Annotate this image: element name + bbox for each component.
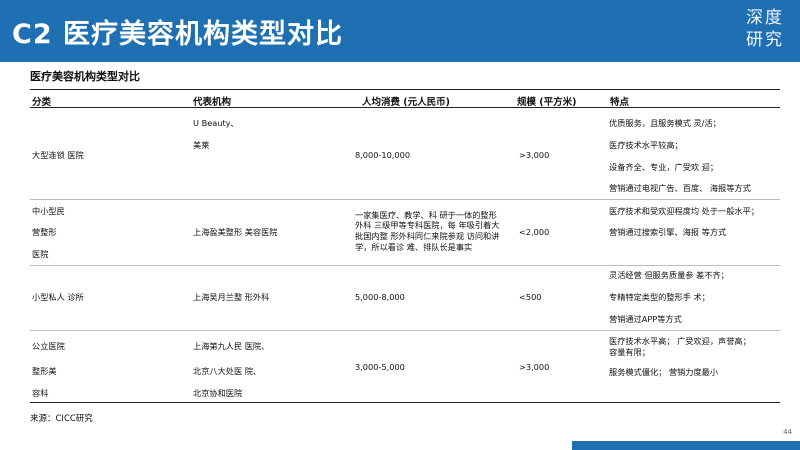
row-feature: 医疗技术水平较高； <box>609 140 683 150</box>
logo-line-2: 研究 <box>746 30 784 50</box>
header-bar: C2 医疗美容机构类型对比 深度 研究 <box>0 0 800 62</box>
footer-accent-bar <box>572 441 800 450</box>
row-spend: 3,000-5,000 <box>355 362 405 372</box>
row-category: 大型连锁 医院 <box>32 150 84 160</box>
row-feature: 容量有限； <box>609 347 650 357</box>
row-spend: 8,000-10,000 <box>355 150 411 160</box>
row-feature: 专精特定类型的整形手 术； <box>609 292 710 302</box>
row-institution: U Beauty、 <box>193 118 239 128</box>
row-institution: 美莱 <box>193 140 210 150</box>
row-institution: 上海吴月兰整 形外科 <box>193 292 270 302</box>
row-category: 医院 <box>32 249 49 259</box>
logo-line-1: 深度 <box>746 8 784 28</box>
column-header-institutions: 代表机构 <box>193 97 232 108</box>
row-feature: 医疗技术水平高； 广受欢迎，声誉高； <box>609 336 751 346</box>
row-feature: 医疗技术和受欢迎程度均 处于一般水平； <box>609 206 759 216</box>
row-category: 营整形 <box>32 227 57 237</box>
row-feature: 营销通过APP等方式 <box>609 314 682 324</box>
brand-logo: 深度 研究 <box>740 7 790 55</box>
row-category: 整形美 <box>32 366 57 376</box>
row-divider <box>30 330 780 331</box>
table-bottom-rule <box>30 402 780 403</box>
row-spend: 5,000-8,000 <box>355 292 405 302</box>
page-number: 44 <box>783 428 792 436</box>
table-title: 医疗美容机构类型对比 <box>30 70 140 83</box>
row-category: 中小型民 <box>32 206 65 216</box>
row-divider <box>30 199 780 200</box>
page-title: C2 医疗美容机构类型对比 <box>12 19 344 50</box>
row-institution: 北京八大处医 院、 <box>193 366 262 376</box>
row-category: 公立医院 <box>32 341 65 351</box>
row-category: 小型私人 诊所 <box>32 292 84 302</box>
row-scale: >3,000 <box>519 362 550 372</box>
row-spend: 批国内整 形外科同仁来院参观 访问和讲 <box>355 231 500 241</box>
row-institution: 上海盈美整形 美容医院 <box>193 227 278 237</box>
row-scale: >3,000 <box>519 150 550 160</box>
column-header-scale: 规模 (平方米) <box>517 97 577 108</box>
table-top-rule <box>30 89 780 90</box>
row-institution: 北京协和医院 <box>193 388 243 398</box>
row-divider <box>30 265 780 266</box>
row-feature: 设备齐全、专业，广受欢 迎； <box>609 162 719 172</box>
row-scale: <500 <box>519 292 542 302</box>
row-feature: 服务模式僵化； 营销力度最小 <box>609 367 719 377</box>
column-header-category: 分类 <box>32 97 52 108</box>
row-feature: 优质服务，且服务模式 灵/活； <box>609 118 721 128</box>
column-header-spend: 人均消费 (元人民币) <box>362 97 450 108</box>
row-feature: 营销通过搜索引擎、海报 等方式 <box>609 227 727 237</box>
row-feature: 营销通过电视广告、百度、 海报等方式 <box>609 183 751 193</box>
row-scale: <2,000 <box>519 227 550 237</box>
row-feature: 灵活经营 但服务质量参 差不齐； <box>609 270 729 280</box>
row-institution: 上海第九人民 医院、 <box>193 341 270 351</box>
column-header-features: 特点 <box>610 97 630 108</box>
row-spend: 外科 三级甲等专科医院，每 年吸引着大 <box>355 220 500 230</box>
source-note: 来源：CICC研究 <box>30 414 93 424</box>
row-spend: 学，所以看诊 难、排队长是事实 <box>355 242 473 252</box>
row-category: 容科 <box>32 388 49 398</box>
